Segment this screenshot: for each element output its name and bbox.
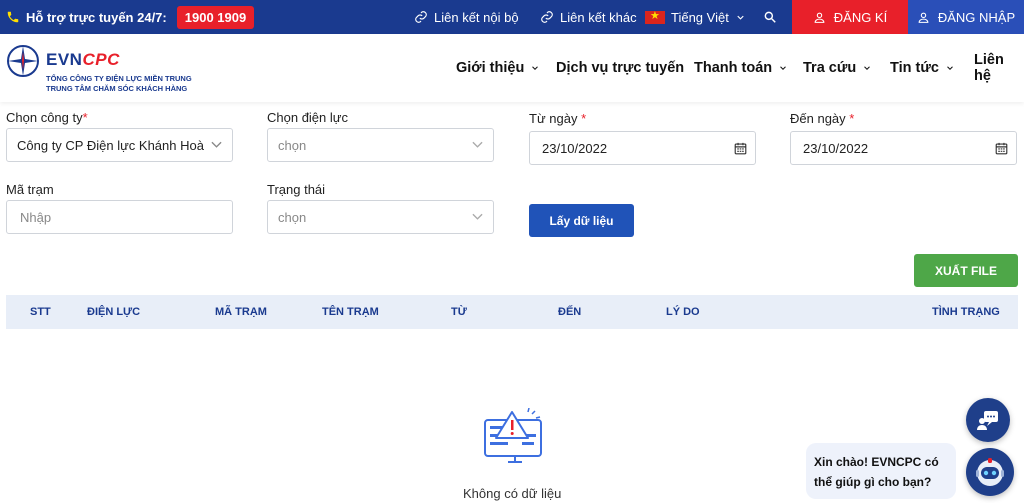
logo-line-2: TRUNG TÂM CHĂM SÓC KHÁCH HÀNG — [46, 84, 188, 93]
logo-wordmark: EVNCPC — [46, 50, 120, 69]
status-select[interactable]: chọn — [267, 200, 494, 234]
to-date-value: 23/10/2022 — [803, 140, 869, 156]
nav-contact-label: Liên hệ — [974, 52, 1004, 84]
calendar-icon[interactable] — [734, 142, 747, 155]
search-button[interactable] — [763, 0, 777, 34]
login-label: ĐĂNG NHẬP — [937, 9, 1016, 25]
main-header: EVNCPC TỔNG CÔNG TY ĐIỆN LỰC MIỀN TRUNG … — [0, 34, 1024, 102]
status-label: Trạng thái — [267, 182, 326, 197]
login-button[interactable]: ĐĂNG NHẬP — [908, 0, 1024, 34]
chevron-down-icon — [947, 66, 953, 70]
register-button[interactable]: ĐĂNG KÍ — [792, 0, 908, 34]
column-header-status: TÌNH TRẠNG — [932, 306, 1000, 318]
chat-icon — [977, 411, 998, 430]
chevron-down-icon — [864, 66, 871, 70]
evn-emblem-icon — [7, 45, 39, 77]
nav-item-lookup[interactable]: Tra cứu — [803, 34, 872, 102]
nav-news-label: Tin tức — [890, 60, 939, 76]
export-file-button[interactable]: XUẤT FILE — [914, 254, 1018, 287]
column-header-station-code: MÃ TRẠM — [215, 306, 267, 318]
hotline-number[interactable]: 1900 1909 — [176, 5, 255, 29]
column-header-reason: LÝ DO — [666, 306, 700, 318]
power-unit-label: Chọn điện lực — [267, 110, 348, 125]
table-header: STT ĐIỆN LỰC MÃ TRẠM TÊN TRẠM TỪ ĐẾN LÝ … — [6, 295, 1018, 329]
hotline: Hỗ trợ trực tuyến 24/7: 1900 1909 — [6, 0, 255, 34]
power-unit-placeholder: chọn — [278, 137, 307, 153]
robot-icon — [976, 458, 1004, 486]
top-bar: Hỗ trợ trực tuyến 24/7: 1900 1909 Liên k… — [0, 0, 1024, 34]
logo-line-1: TỔNG CÔNG TY ĐIỆN LỰC MIỀN TRUNG — [46, 74, 192, 83]
nav-item-online-services[interactable]: Dịch vụ trực tuyến — [556, 34, 684, 102]
nav-item-news[interactable]: Tin tức — [890, 34, 955, 102]
nav-lookup-label: Tra cứu — [803, 60, 857, 76]
user-icon — [918, 12, 929, 23]
evncpc-logo[interactable]: EVNCPC TỔNG CÔNG TY ĐIỆN LỰC MIỀN TRUNG … — [6, 42, 206, 94]
language-label: Tiếng Việt — [671, 9, 729, 25]
column-header-stt: STT — [30, 306, 51, 318]
nav-item-contact[interactable]: Liên hệ — [974, 34, 1024, 102]
chevron-down-icon — [737, 15, 744, 20]
station-code-placeholder: Nhập — [20, 209, 52, 225]
chatbot-button[interactable] — [966, 448, 1014, 496]
chevron-down-icon — [532, 66, 539, 70]
status-placeholder: chọn — [278, 209, 307, 225]
column-header-station-name: TÊN TRẠM — [322, 306, 379, 318]
register-label: ĐĂNG KÍ — [833, 9, 888, 25]
chevron-down-icon — [211, 141, 222, 148]
from-date-label: Từ ngày * — [529, 111, 587, 126]
link-icon — [415, 11, 427, 23]
column-header-power-unit: ĐIỆN LỰC — [87, 306, 141, 318]
language-selector[interactable]: Tiếng Việt — [645, 0, 746, 34]
calendar-icon[interactable] — [995, 142, 1008, 155]
chatbot-greeting-bubble[interactable]: Xin chào! EVNCPC có thể giúp gì cho bạn? — [806, 443, 956, 499]
search-icon — [764, 11, 776, 23]
nav-item-payment[interactable]: Thanh toán — [694, 34, 788, 102]
nav-payment-label: Thanh toán — [694, 60, 773, 76]
chevron-down-icon — [472, 213, 483, 220]
to-date-field[interactable]: 23/10/2022 — [790, 131, 1017, 165]
fetch-data-button[interactable]: Lấy dữ liệu — [529, 204, 634, 237]
station-code-input[interactable]: Nhập — [6, 200, 233, 234]
from-date-value: 23/10/2022 — [542, 140, 608, 156]
company-select[interactable]: Công ty CP Điện lực Khánh Hoà — [6, 128, 233, 162]
hotline-label: Hỗ trợ trực tuyến 24/7: — [26, 9, 167, 25]
from-date-field[interactable]: 23/10/2022 — [529, 131, 756, 165]
external-links-link[interactable]: Liên kết khác — [540, 0, 637, 34]
company-label: Chọn công ty* — [6, 110, 88, 125]
station-code-label: Mã trạm — [6, 182, 54, 197]
column-header-from: TỪ — [451, 306, 467, 318]
no-data-warning-icon — [484, 408, 542, 463]
company-select-value: Công ty CP Điện lực Khánh Hoà — [17, 137, 204, 153]
phone-icon — [7, 11, 19, 23]
column-header-to: ĐẾN — [558, 306, 582, 318]
nav-online-services-label: Dịch vụ trực tuyến — [556, 60, 685, 76]
vietnam-flag-icon — [645, 9, 665, 24]
to-date-label: Đến ngày * — [790, 111, 855, 126]
empty-state-text: Không có dữ liệu — [463, 486, 562, 501]
chevron-down-icon — [472, 141, 483, 148]
link-icon — [541, 11, 553, 23]
nav-item-intro[interactable]: Giới thiệu — [456, 34, 540, 102]
chat-support-button[interactable] — [966, 398, 1010, 442]
external-links-label: Liên kết khác — [560, 9, 637, 25]
internal-links-link[interactable]: Liên kết nội bộ — [414, 0, 519, 34]
chevron-down-icon — [780, 66, 787, 70]
nav-intro-label: Giới thiệu — [456, 60, 525, 76]
power-unit-select[interactable]: chọn — [267, 128, 494, 162]
user-icon — [814, 12, 825, 23]
internal-links-label: Liên kết nội bộ — [434, 9, 519, 25]
